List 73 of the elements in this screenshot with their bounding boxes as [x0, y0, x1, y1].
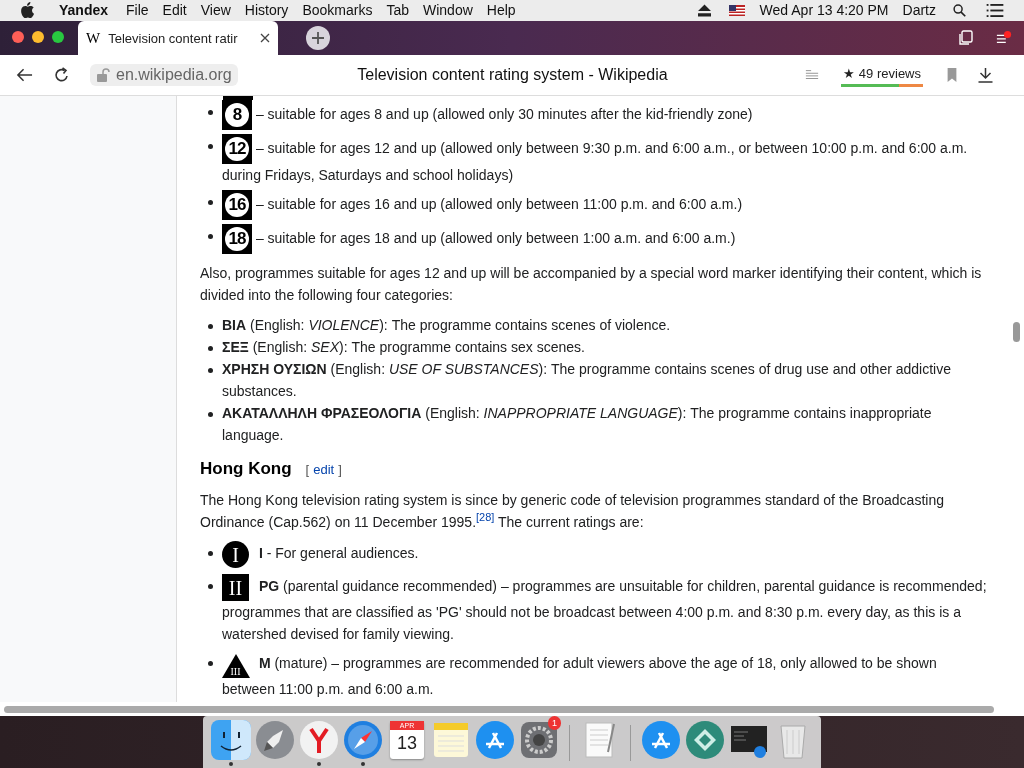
- list-item: ΣΕΞ (English: SEX): The programme contains sex scenes.: [222, 338, 585, 357]
- gear-icon[interactable]: [519, 720, 559, 760]
- back-icon[interactable]: [16, 67, 33, 84]
- menu-item[interactable]: View: [193, 2, 238, 19]
- paragraph: The Hong Kong television rating system is since by generic code of television programmes standard of the Broadcasting Ordinance (Cap.562) on 11 December 1995.$^{[28]}$ The current ratings are:: [200, 491, 945, 532]
- scrollbar-thumb[interactable]: [1013, 322, 1020, 342]
- bullet-icon: [208, 110, 213, 115]
- menu-item[interactable]: Help: [479, 2, 523, 19]
- bullet-icon: [208, 234, 213, 239]
- bullet-icon: [208, 584, 213, 589]
- section-heading: Hong Kong: [200, 458, 292, 480]
- rating-item: 16 – suitable for ages 16 and up (allowed only between 11:00 p.m. and 6:00 a.m.): [222, 190, 743, 220]
- menu-item[interactable]: File: [119, 2, 156, 19]
- lock-icon: [96, 68, 110, 83]
- rating-item: III M (mature) – programmes are recommended for adult viewers above the age of 18, only allowed to be shown between 11:00 p.m. and 6:00 a.m.: [222, 651, 988, 700]
- download-icon[interactable]: [977, 67, 994, 84]
- tab-title: Television content ratir: [108, 30, 239, 46]
- favicon: W: [86, 29, 101, 47]
- eject-icon[interactable]: [697, 3, 711, 17]
- rating-item: 12 – suitable for ages 12 and up (allowed only between 9:30 p.m. and 6:00 a.m., or between 10:00 p.m. and 6:00 a.m. during Fridays, Saturdays and school holidays): [222, 134, 988, 186]
- close-icon[interactable]: [260, 33, 270, 44]
- bullet-icon: [208, 368, 213, 373]
- rating-item: 18 – suitable for ages 18 and up (allowed only between 1:00 a.m. and 6:00 a.m.): [222, 224, 736, 254]
- bullet-icon: [208, 144, 213, 149]
- user-menu[interactable]: Dartz: [895, 2, 943, 19]
- page-title: Television content rating system - Wikipedia: [356, 66, 669, 85]
- finder-icon[interactable]: [211, 720, 251, 760]
- app-store-icon[interactable]: [475, 720, 515, 760]
- rocket-icon[interactable]: [255, 720, 295, 760]
- bullet-icon: [208, 661, 213, 666]
- app-menu[interactable]: Yandex: [52, 2, 116, 19]
- app-store-icon[interactable]: [641, 720, 681, 760]
- rating-badge-icon: [223, 96, 253, 100]
- bracket: ]: [338, 461, 342, 479]
- edit-link[interactable]: edit: [313, 459, 335, 481]
- rating-item: I I - For general audiences.: [222, 541, 419, 568]
- list-item: ΧΡΗΣΗ ΟΥΣΙΩΝ (English: USE OF SUBSTANCES): The programme contains scenes of drug use and other addictive substances.: [222, 360, 952, 401]
- bookmark-icon[interactable]: [945, 68, 959, 83]
- browser-tab[interactable]: W Television content ratir: [78, 21, 278, 56]
- menu-item[interactable]: Edit: [155, 2, 194, 19]
- zoom-window-icon[interactable]: [52, 31, 64, 44]
- reviews-button[interactable]: ★ 49 reviews: [841, 63, 923, 87]
- scrollbar-thumb[interactable]: [4, 706, 994, 713]
- bullet-icon: [208, 412, 213, 417]
- search-icon[interactable]: [953, 3, 966, 17]
- close-window-icon[interactable]: [12, 31, 24, 44]
- new-tab-icon[interactable]: [306, 26, 330, 51]
- list-item: ΒΙΑ (English: VIOLENCE): The programme contains scenes of violence.: [222, 316, 671, 335]
- reload-icon[interactable]: [53, 67, 70, 84]
- menu-item[interactable]: History: [237, 2, 296, 19]
- menu-clock[interactable]: Wed Apr 13 4:20 PM: [752, 2, 896, 19]
- menu-item[interactable]: Window: [416, 2, 480, 19]
- list-icon[interactable]: [986, 3, 1004, 17]
- bullet-icon: [208, 551, 213, 556]
- rating-item: II PG (parental guidance recommended) – programmes are unsuitable for children, parental guidance is recommended; programmes that are classified as 'PG' should not be broadcast between 4:00 p.m. and 8:30 p.m. every day, as this is a watershed devised for family viewing.: [222, 574, 988, 644]
- flag-icon[interactable]: [728, 4, 745, 16]
- minimize-window-icon[interactable]: [32, 31, 44, 44]
- apple-icon[interactable]: [20, 2, 34, 19]
- footnote-link[interactable]: [28]: [476, 511, 495, 524]
- notification-badge: 1: [548, 716, 561, 730]
- bullet-icon: [208, 324, 213, 329]
- menu-item[interactable]: Bookmarks: [295, 2, 380, 19]
- menu-item[interactable]: Tab: [379, 2, 416, 19]
- browser-y-icon[interactable]: [299, 720, 339, 760]
- tabs-copy-icon[interactable]: [958, 30, 974, 47]
- address-field[interactable]: en.wikipedia.org: [90, 64, 238, 87]
- rating-item: 8 – suitable for ages 8 and up (allowed only 30 minutes after the kid-friendly zone): [222, 100, 753, 130]
- compass-icon[interactable]: [343, 720, 383, 760]
- bullet-icon: [208, 346, 213, 351]
- bullet-icon: [208, 200, 213, 205]
- list-item: ΑΚΑΤΑΛΛΗΛΗ ΦΡΑΣΕΟΛΟΓΙΑ (English: INAPPROPRIATE LANGUAGE): The programme contains inappropriate language.: [222, 404, 933, 445]
- paragraph: Also, programmes suitable for ages 12 and up will be accompanied by a special word marker identifying their content, which is divided into the following four categories:: [200, 264, 983, 305]
- bracket: [: [305, 461, 310, 479]
